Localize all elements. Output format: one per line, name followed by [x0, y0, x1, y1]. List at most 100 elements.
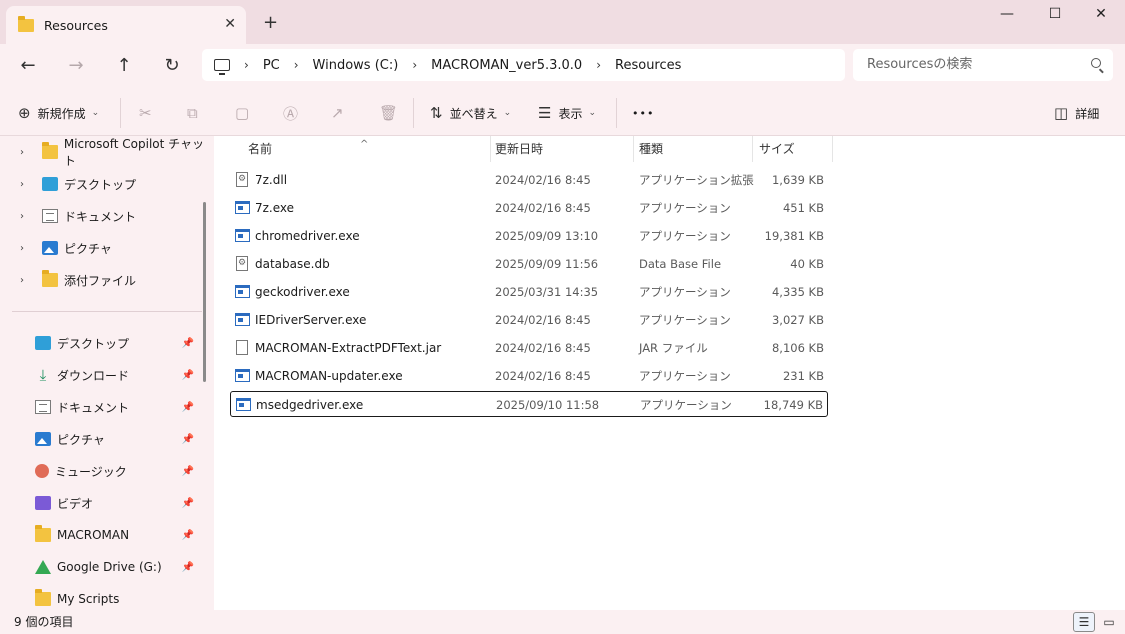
jar-file-icon — [236, 340, 248, 355]
file-row[interactable]: geckodriver.exe 2025/03/31 14:35 アプリケーショ… — [230, 279, 828, 305]
search-input[interactable]: Resourcesの検索 — [853, 49, 1113, 81]
breadcrumb-pc[interactable]: PC — [263, 58, 280, 73]
breadcrumb-resources[interactable]: Resources — [615, 58, 681, 73]
column-divider[interactable] — [752, 136, 753, 162]
quick-access-google-drive[interactable]: Google Drive (G:) 📌 — [0, 553, 200, 581]
tree-item-desktop[interactable]: › デスクトップ — [0, 170, 136, 198]
quick-access-pictures[interactable]: ピクチャ 📌 — [0, 425, 200, 453]
paste-button[interactable]: ▢ — [235, 103, 256, 123]
trash-icon: 🗑 — [379, 104, 399, 122]
file-size: 1,639 KB — [771, 173, 824, 187]
column-header-size[interactable]: サイズ — [759, 136, 829, 162]
quick-access-music[interactable]: ミュージック 📌 — [0, 457, 200, 485]
chevron-right-icon[interactable]: › — [596, 58, 601, 72]
google-drive-icon — [35, 560, 51, 574]
column-divider[interactable] — [633, 136, 634, 162]
quick-access-label: MACROMAN — [57, 528, 130, 542]
share-icon: ↗ — [331, 104, 344, 122]
column-divider[interactable] — [490, 136, 491, 162]
quick-access-label: ダウンロード — [57, 368, 130, 383]
column-header-type[interactable]: 種類 — [639, 136, 749, 162]
file-type: JAR ファイル — [639, 341, 708, 355]
nav-scrollbar[interactable] — [203, 202, 206, 382]
tab-resources[interactable]: Resources ✕ — [6, 6, 246, 44]
file-date: 2025/09/09 13:10 — [495, 229, 599, 243]
item-count: 9 個の項目 — [14, 615, 74, 629]
chevron-right-icon[interactable]: › — [20, 275, 32, 286]
tree-item-pictures[interactable]: › ピクチャ — [0, 234, 112, 262]
more-options-button[interactable]: ••• — [632, 103, 654, 123]
scissors-icon: ✂ — [139, 104, 152, 122]
file-type: アプリケーション — [639, 229, 731, 243]
new-tab-button[interactable]: + — [263, 12, 278, 33]
chevron-right-icon[interactable]: › — [20, 211, 32, 222]
up-arrow-icon[interactable]: ↑ — [112, 54, 136, 78]
quick-access-desktop[interactable]: デスクトップ 📌 — [0, 329, 200, 357]
file-size: 3,027 KB — [771, 313, 824, 327]
details-view-icon[interactable]: ☰ — [1073, 612, 1095, 632]
file-type: アプリケーション — [639, 313, 731, 327]
cut-button[interactable]: ✂ — [139, 103, 159, 123]
details-pane-button[interactable]: ◫ 詳細 — [1054, 103, 1099, 123]
tiles-view-icon[interactable]: ▭ — [1098, 612, 1120, 632]
back-arrow-icon[interactable]: ← — [16, 54, 40, 78]
breadcrumb-drive[interactable]: Windows (C:) — [313, 58, 399, 73]
file-size: 8,106 KB — [771, 341, 824, 355]
quick-access-macroman[interactable]: MACROMAN 📌 — [0, 521, 200, 549]
quick-access-my-scripts[interactable]: My Scripts — [0, 585, 200, 610]
column-divider[interactable] — [832, 136, 833, 162]
minimize-button[interactable]: — — [997, 6, 1017, 22]
chevron-right-icon[interactable]: › — [20, 147, 32, 158]
quick-access-documents[interactable]: ドキュメント 📌 — [0, 393, 200, 421]
tree-item-documents[interactable]: › ドキュメント — [0, 202, 136, 230]
chevron-down-icon: ⌄ — [503, 108, 512, 118]
close-tab-icon[interactable]: ✕ — [224, 16, 236, 32]
navigation-pane: › Microsoft Copilot チャット › デスクトップ › ドキュメ… — [0, 136, 214, 610]
rename-button[interactable]: Ⓐ — [283, 103, 305, 123]
column-header-date[interactable]: 更新日時 — [495, 136, 635, 162]
copy-icon: ⧉ — [187, 104, 198, 122]
breadcrumb-macroman[interactable]: MACROMAN_ver5.3.0.0 — [431, 58, 582, 73]
pictures-icon — [35, 432, 51, 446]
dll-file-icon — [236, 172, 248, 187]
folder-icon — [41, 142, 58, 159]
file-date: 2024/02/16 8:45 — [495, 201, 591, 215]
chevron-down-icon: ⌄ — [588, 108, 597, 118]
file-row[interactable]: database.db 2025/09/09 11:56 Data Base F… — [230, 251, 828, 277]
tree-item-attachments[interactable]: › 添付ファイル — [0, 266, 136, 294]
forward-arrow-icon[interactable]: → — [64, 54, 88, 78]
file-row[interactable]: IEDriverServer.exe 2024/02/16 8:45 アプリケー… — [230, 307, 828, 333]
file-row-selected[interactable]: msedgedriver.exe 2025/09/10 11:58 アプリケーシ… — [230, 391, 828, 417]
new-button[interactable]: ⊕ 新規作成 ⌄ — [18, 103, 99, 123]
sort-button[interactable]: ⇅ 並べ替え ⌄ — [430, 103, 511, 123]
file-row[interactable]: 7z.exe 2024/02/16 8:45 アプリケーション 451 KB — [230, 195, 828, 221]
file-row[interactable]: chromedriver.exe 2025/09/09 13:10 アプリケーシ… — [230, 223, 828, 249]
file-row[interactable]: MACROMAN-updater.exe 2024/02/16 8:45 アプリ… — [230, 363, 828, 389]
file-row[interactable]: 7z.dll 2024/02/16 8:45 アプリケーション拡張 1,639 … — [230, 167, 828, 193]
chevron-right-icon[interactable]: › — [20, 243, 32, 254]
quick-access-videos[interactable]: ビデオ 📌 — [0, 489, 200, 517]
copy-button[interactable]: ⧉ — [187, 103, 205, 123]
file-row[interactable]: MACROMAN-ExtractPDFText.jar 2024/02/16 8… — [230, 335, 828, 361]
file-type: アプリケーション拡張 — [639, 173, 754, 187]
tree-item-label: ピクチャ — [64, 241, 112, 256]
delete-button[interactable]: 🗑 — [379, 103, 405, 123]
quick-access-downloads[interactable]: ⤓ ダウンロード 📌 — [0, 361, 200, 389]
column-header-name[interactable]: 名前 ^ — [248, 136, 488, 162]
close-window-button[interactable]: ✕ — [1091, 6, 1111, 22]
db-file-icon — [236, 256, 248, 271]
view-button[interactable]: ☰ 表示 ⌄ — [538, 103, 596, 123]
chevron-right-icon[interactable]: › — [412, 58, 417, 72]
search-icon[interactable] — [1091, 58, 1101, 68]
file-date: 2024/02/16 8:45 — [495, 173, 591, 187]
chevron-right-icon[interactable]: › — [20, 179, 32, 190]
pictures-icon — [42, 241, 58, 255]
refresh-icon[interactable]: ↻ — [160, 54, 184, 78]
quick-access-label: ピクチャ — [57, 432, 105, 447]
sort-label: 並べ替え — [449, 106, 498, 121]
tree-item-copilot[interactable]: › Microsoft Copilot チャット — [0, 137, 214, 168]
maximize-button[interactable]: ☐ — [1045, 6, 1065, 22]
chevron-right-icon[interactable]: › — [294, 58, 299, 72]
share-button[interactable]: ↗ — [331, 103, 351, 123]
address-bar[interactable]: › PC › Windows (C:) › MACROMAN_ver5.3.0.… — [202, 49, 845, 81]
